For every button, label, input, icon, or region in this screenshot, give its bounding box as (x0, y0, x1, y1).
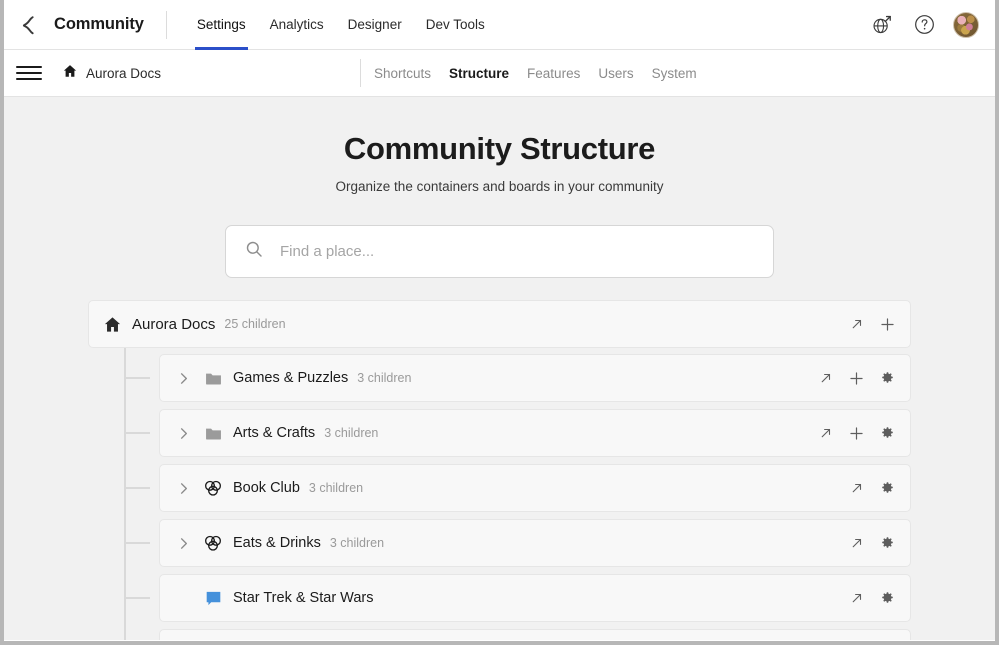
settings-gear-icon[interactable] (879, 370, 896, 387)
tree-node-partial (159, 629, 911, 640)
sub-navigation-bar: Aurora Docs Shortcuts Structure Features… (4, 50, 995, 97)
search-area (4, 225, 995, 278)
tree-row-label: Star Trek & Star Wars (233, 590, 373, 606)
structure-tree: Aurora Docs 25 children (4, 300, 995, 640)
tree-row-count: 3 children (357, 371, 411, 385)
group-venn-icon (202, 477, 224, 499)
nav-divider (166, 11, 167, 39)
settings-gear-icon[interactable] (879, 480, 896, 497)
tab-shortcuts[interactable]: Shortcuts (374, 66, 440, 81)
tree-row-actions (848, 480, 896, 497)
tree-row-actions (848, 535, 896, 552)
open-external-icon[interactable] (848, 480, 865, 497)
page-subtitle: Organize the containers and boards in yo… (4, 179, 995, 194)
tree-row-count: 3 children (309, 481, 363, 495)
tree-row[interactable]: Games & Puzzles 3 children (159, 354, 911, 402)
community-name: Aurora Docs (86, 66, 161, 81)
tree-row-actions (817, 425, 896, 442)
tree-row-label: Games & Puzzles (233, 370, 348, 386)
tree-row-actions (848, 590, 896, 607)
add-icon[interactable] (879, 316, 896, 333)
tree-node-eats-drinks: Eats & Drinks 3 children (159, 519, 911, 567)
chevron-right-icon[interactable] (172, 532, 194, 554)
tab-structure[interactable]: Structure (440, 66, 518, 81)
top-nav-tabs: Settings Analytics Designer Dev Tools (185, 0, 497, 50)
add-icon[interactable] (848, 425, 865, 442)
app-window: Community Settings Analytics Designer De… (4, 0, 995, 641)
tree-row-label: Eats & Drinks (233, 535, 321, 551)
top-nav-actions (869, 12, 979, 38)
tree-row-label: Arts & Crafts (233, 425, 315, 441)
tree-node-arts-crafts: Arts & Crafts 3 children (159, 409, 911, 457)
tree-node-book-club: Book Club 3 children (159, 464, 911, 512)
page-title: Community Structure (4, 97, 995, 167)
tab-features[interactable]: Features (518, 66, 589, 81)
settings-gear-icon[interactable] (879, 425, 896, 442)
avatar[interactable] (953, 12, 979, 38)
tab-dev-tools[interactable]: Dev Tools (414, 0, 497, 50)
tree-row[interactable]: Arts & Crafts 3 children (159, 409, 911, 457)
search-box[interactable] (225, 225, 774, 278)
tab-analytics[interactable]: Analytics (258, 0, 336, 50)
tree-row[interactable]: Book Club 3 children (159, 464, 911, 512)
folder-icon (202, 422, 224, 444)
tree-row[interactable] (159, 629, 911, 640)
breadcrumb[interactable]: Aurora Docs (62, 63, 161, 84)
tree-row-root[interactable]: Aurora Docs 25 children (88, 300, 911, 348)
home-icon (62, 63, 78, 84)
open-external-icon[interactable] (848, 590, 865, 607)
discussion-board-icon (202, 587, 224, 609)
tree-row-count: 3 children (324, 426, 378, 440)
tree-row-actions (848, 316, 896, 333)
tree-children: Games & Puzzles 3 children (124, 354, 911, 640)
tree-row-label: Aurora Docs (132, 316, 215, 333)
tab-designer[interactable]: Designer (336, 0, 414, 50)
sub-nav-tabs: Shortcuts Structure Features Users Syste… (374, 66, 706, 81)
group-venn-icon (202, 532, 224, 554)
settings-gear-icon[interactable] (879, 590, 896, 607)
tree-row-label: Book Club (233, 480, 300, 496)
top-navigation-bar: Community Settings Analytics Designer De… (4, 0, 995, 50)
open-external-icon[interactable] (848, 535, 865, 552)
brand-name: Community (54, 15, 144, 34)
add-icon[interactable] (848, 370, 865, 387)
open-external-icon[interactable] (848, 316, 865, 333)
chevron-right-icon[interactable] (172, 477, 194, 499)
tree-row-count: 25 children (224, 317, 285, 331)
tree-node-star-trek-star-wars: Star Trek & Star Wars (159, 574, 911, 622)
chevron-right-icon[interactable] (172, 367, 194, 389)
tree-row-actions (817, 370, 896, 387)
chevron-right-icon[interactable] (172, 422, 194, 444)
folder-icon (202, 367, 224, 389)
open-external-icon[interactable] (817, 425, 834, 442)
sub-nav-divider (360, 59, 361, 87)
hamburger-menu-icon[interactable] (16, 60, 42, 86)
home-icon (101, 313, 123, 335)
tab-users[interactable]: Users (589, 66, 642, 81)
tree-row-count: 3 children (330, 536, 384, 550)
search-input[interactable] (280, 243, 755, 260)
globe-external-link-icon[interactable] (869, 12, 895, 38)
tab-settings[interactable]: Settings (185, 0, 258, 50)
settings-gear-icon[interactable] (879, 535, 896, 552)
main-content: Community Structure Organize the contain… (4, 97, 995, 640)
khoros-logo-icon[interactable] (14, 10, 44, 40)
tree-row[interactable]: Eats & Drinks 3 children (159, 519, 911, 567)
open-external-icon[interactable] (817, 370, 834, 387)
help-circle-icon[interactable] (911, 12, 937, 38)
tree-row[interactable]: Star Trek & Star Wars (159, 574, 911, 622)
tab-system[interactable]: System (643, 66, 706, 81)
tree-node-games-puzzles: Games & Puzzles 3 children (159, 354, 911, 402)
search-icon (244, 239, 264, 264)
